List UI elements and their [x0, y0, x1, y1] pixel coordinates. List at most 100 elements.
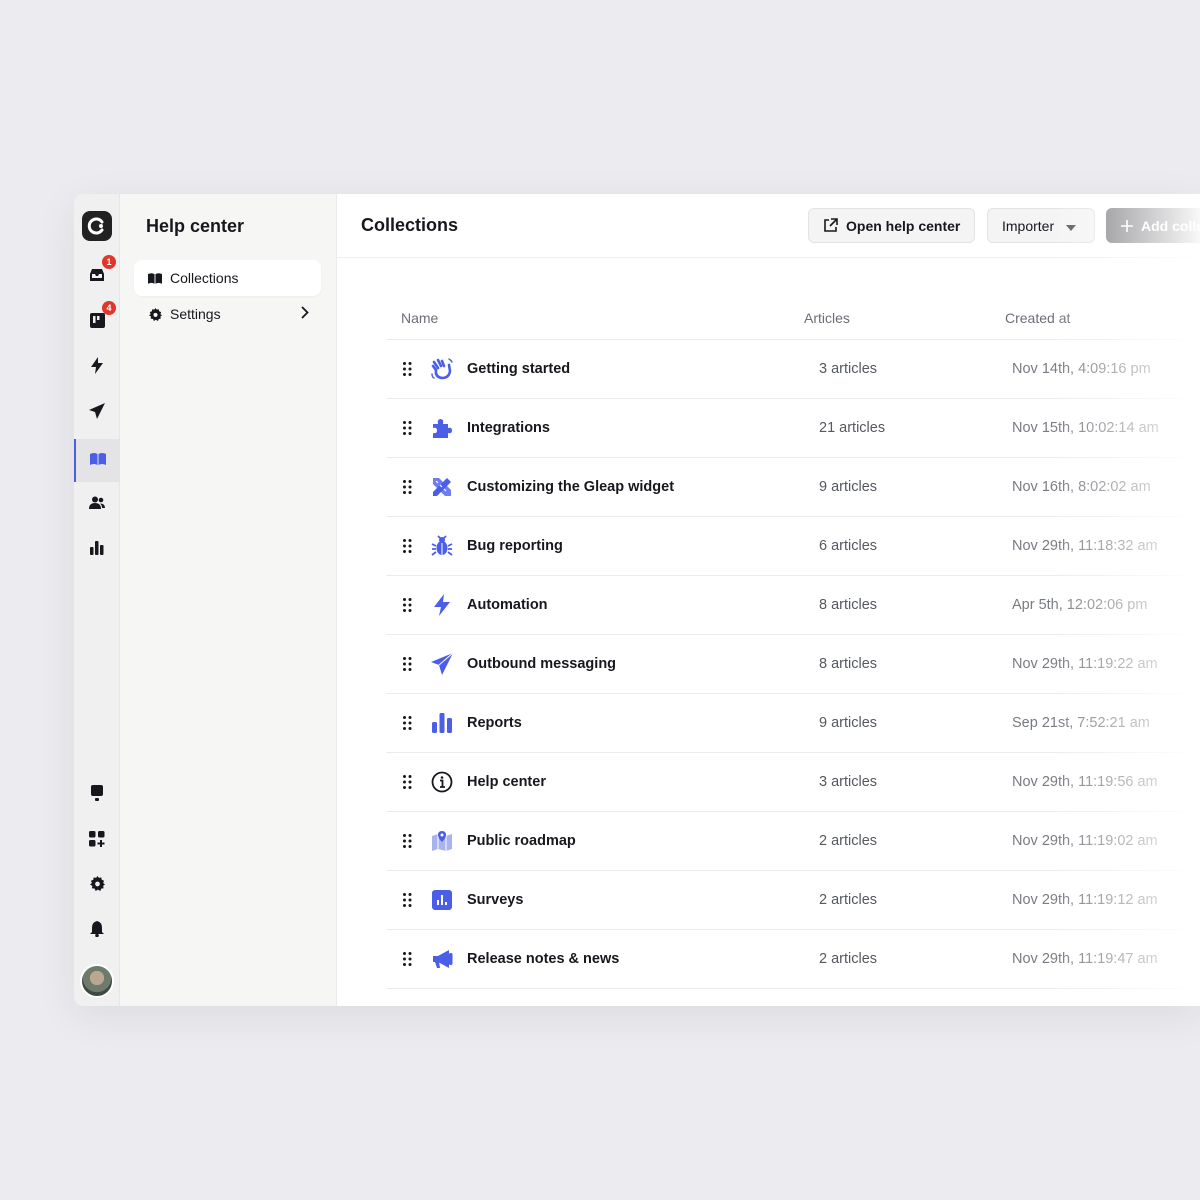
collection-name[interactable]: Automation [467, 597, 548, 613]
table-row[interactable]: Outbound messaging 8 articles Nov 29th, 11… [386, 635, 1186, 694]
created-at: Nov 15th, 10:02:14 am [1012, 420, 1159, 436]
main-content: Collections Open help center Importer Ad… [337, 194, 1200, 1006]
created-at: Nov 29th, 11:19:56 am [1012, 774, 1158, 790]
drag-handle-icon[interactable] [403, 657, 412, 675]
collection-name[interactable]: Customizing the Gleap widget [467, 479, 674, 495]
paper-plane-icon [89, 402, 105, 424]
collection-name[interactable]: Public roadmap [467, 833, 576, 849]
page-header: Collections Open help center Importer Ad… [337, 194, 1200, 258]
collection-name[interactable]: Getting started [467, 361, 570, 377]
table-row[interactable]: Release notes & news 2 articles Nov 29th, … [386, 930, 1186, 989]
article-count: 2 articles [819, 951, 878, 967]
rail-automation[interactable] [74, 348, 120, 388]
rail-contacts[interactable] [74, 485, 120, 525]
drag-handle-icon[interactable] [403, 421, 412, 439]
table-row[interactable]: Automation 8 articles Apr 5th, 12:02:06 pm [386, 576, 1186, 635]
rail-reports[interactable] [74, 530, 120, 570]
collection-name[interactable]: Release notes & news [467, 951, 619, 967]
drag-handle-icon[interactable] [403, 834, 412, 852]
bolt-icon [431, 594, 453, 616]
table-row[interactable]: Public roadmap 2 articles Nov 29th, 11:19:… [386, 812, 1186, 871]
board-icon [89, 313, 105, 333]
collection-name[interactable]: Help center [467, 774, 546, 790]
created-at: Nov 29th, 11:19:02 am [1012, 833, 1158, 849]
rail-outbound[interactable] [74, 393, 120, 433]
collection-name[interactable]: Surveys [467, 892, 523, 908]
bell-icon [90, 920, 104, 942]
drag-handle-icon[interactable] [403, 775, 412, 793]
created-at: Nov 16th, 8:02:02 am [1012, 479, 1151, 495]
survey-chart-icon [431, 889, 453, 911]
drag-handle-icon[interactable] [403, 362, 412, 380]
table-row[interactable]: Customizing the Gleap widget 9 articles No… [386, 458, 1186, 517]
rail-integrations[interactable] [74, 821, 120, 861]
sidebar-title: Help center [146, 216, 245, 236]
map-icon [431, 830, 453, 852]
app-window: 1 4 Help center Collections Settings Col… [74, 194, 1200, 1006]
drag-handle-icon[interactable] [403, 716, 412, 734]
inbox-icon [89, 268, 105, 287]
created-at: Nov 29th, 11:19:47 am [1012, 951, 1158, 967]
drag-handle-icon[interactable] [403, 539, 412, 557]
created-at: Sep 21st, 7:52:21 am [1012, 715, 1150, 731]
article-count: 2 articles [819, 892, 878, 908]
created-at: Apr 5th, 12:02:06 pm [1012, 597, 1148, 613]
open-help-center-button[interactable]: Open help center [808, 208, 976, 243]
drag-handle-icon[interactable] [403, 598, 412, 616]
drag-handle-icon[interactable] [403, 893, 412, 911]
article-count: 9 articles [819, 715, 878, 731]
article-count: 2 articles [819, 833, 878, 849]
apps-add-icon [89, 830, 105, 852]
column-created-at: Created at [1005, 310, 1071, 326]
created-at: Nov 29th, 11:19:12 am [1012, 892, 1158, 908]
table-row[interactable]: Reports 9 articles Sep 21st, 7:52:21 am [386, 694, 1186, 753]
table-row[interactable]: Getting started 3 articles Nov 14th, 4:09:… [386, 340, 1186, 399]
sidebar-item-label: Settings [170, 306, 221, 322]
article-count: 6 articles [819, 538, 878, 554]
created-at: Nov 29th, 11:19:22 am [1012, 656, 1158, 672]
collection-name[interactable]: Bug reporting [467, 538, 563, 554]
megaphone-icon [431, 948, 453, 970]
collection-name[interactable]: Reports [467, 715, 522, 731]
sidebar-item-settings[interactable]: Settings [134, 296, 321, 332]
collection-name[interactable]: Outbound messaging [467, 656, 616, 672]
rail-inbox[interactable]: 1 [74, 255, 120, 297]
bug-icon [431, 535, 453, 557]
importer-dropdown[interactable]: Importer [987, 208, 1095, 243]
gear-icon [148, 307, 162, 321]
icon-rail: 1 4 [74, 194, 120, 1006]
table-header: Name Articles Created at [386, 294, 1186, 340]
table-row[interactable]: Help center 3 articles Nov 29th, 11:19:56 … [386, 753, 1186, 812]
importer-label: Importer [1002, 217, 1055, 234]
caret-down-icon [1066, 218, 1077, 234]
rail-board[interactable]: 4 [74, 301, 120, 343]
rail-settings[interactable] [74, 866, 120, 906]
rail-feedback[interactable] [74, 775, 120, 815]
plus-icon [1121, 219, 1133, 232]
rail-notifications[interactable] [74, 911, 120, 951]
drag-handle-icon[interactable] [403, 952, 412, 970]
collections-table: Name Articles Created at Getting started… [386, 294, 1186, 989]
external-link-icon [823, 218, 838, 233]
collection-name[interactable]: Integrations [467, 420, 550, 436]
board-badge: 4 [102, 301, 116, 315]
table-row[interactable]: Integrations 21 articles Nov 15th, 10:02:1… [386, 399, 1186, 458]
rail-help-center[interactable] [74, 439, 120, 482]
gleap-logo[interactable] [82, 211, 112, 241]
bar-chart-icon [90, 540, 104, 560]
article-count: 3 articles [819, 361, 878, 377]
column-name: Name [401, 310, 439, 326]
article-count: 21 articles [819, 420, 886, 436]
sidebar-item-collections[interactable]: Collections [134, 260, 321, 296]
table-row[interactable]: Surveys 2 articles Nov 29th, 11:19:12 am [386, 871, 1186, 930]
users-icon [89, 496, 105, 514]
drag-handle-icon[interactable] [403, 480, 412, 498]
table-row[interactable]: Bug reporting 6 articles Nov 29th, 11:18:3… [386, 517, 1186, 576]
add-collection-button[interactable]: Add colle [1106, 208, 1200, 243]
article-count: 3 articles [819, 774, 878, 790]
open-help-center-label: Open help center [846, 217, 961, 234]
paper-plane-icon [431, 653, 453, 675]
wave-hand-icon [431, 358, 453, 380]
user-avatar[interactable] [80, 964, 114, 998]
article-count: 9 articles [819, 479, 878, 495]
